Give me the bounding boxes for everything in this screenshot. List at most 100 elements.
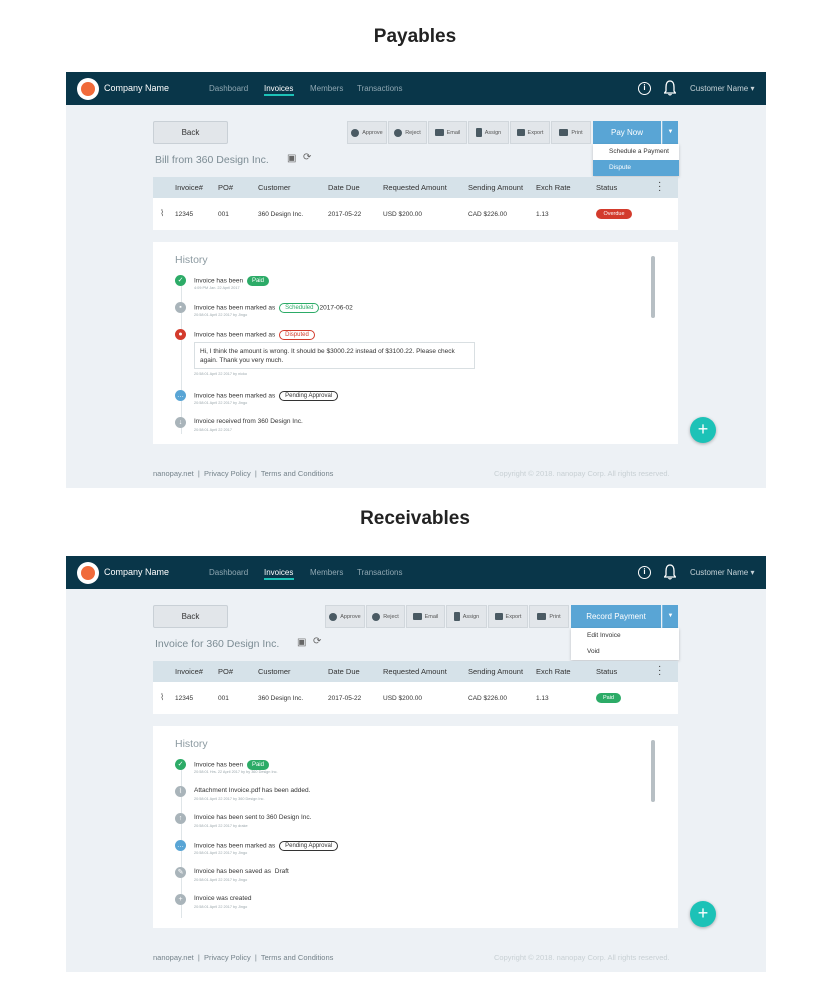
close-circle-icon xyxy=(372,612,381,621)
info-icon[interactable]: i xyxy=(638,566,651,579)
history-timestamp: 20:58:01 April 22 2017 by Jingo xyxy=(194,401,248,405)
back-button[interactable]: Back xyxy=(153,605,228,628)
email-button[interactable]: Email xyxy=(406,605,445,628)
print-label: Print xyxy=(549,613,561,620)
history-text: Invoice has been Paid xyxy=(194,760,269,770)
company-logo[interactable] xyxy=(77,78,99,100)
approve-button[interactable]: Approve xyxy=(325,605,365,628)
status-badge: Overdue xyxy=(596,209,632,219)
refresh-icon[interactable]: ⟳ xyxy=(313,636,321,647)
menu-item-void[interactable]: Void xyxy=(571,644,679,660)
assign-button[interactable]: Assign xyxy=(468,121,509,144)
nav-members[interactable]: Members xyxy=(310,84,343,93)
more-vert-icon[interactable]: · · · xyxy=(658,178,661,196)
history-message: Invoice has been xyxy=(194,277,244,285)
history-text: Invoice has been Paid xyxy=(194,276,269,286)
refresh-icon[interactable]: ⟳ xyxy=(303,152,311,163)
chevron-down-icon[interactable]: ▼ xyxy=(662,605,678,628)
history-message: Invoice has been marked as xyxy=(194,392,276,400)
bell-icon[interactable] xyxy=(664,80,676,96)
export-button[interactable]: Export xyxy=(488,605,528,628)
nav-transactions[interactable]: Transactions xyxy=(357,568,403,577)
approve-button[interactable]: Approve xyxy=(347,121,387,144)
info-icon[interactable]: i xyxy=(638,82,651,95)
col-date-due: Date Due xyxy=(328,667,360,676)
disputed-tag: Disputed xyxy=(279,330,315,340)
company-logo[interactable] xyxy=(77,562,99,584)
history-panel: History ✓ Invoice has been Paid 20:58:01… xyxy=(153,726,678,928)
print-button[interactable]: Print xyxy=(529,605,569,628)
pay-now-button[interactable]: Pay Now xyxy=(593,121,661,144)
export-button[interactable]: Export xyxy=(510,121,550,144)
scrollbar[interactable] xyxy=(651,740,655,802)
image-icon[interactable]: ▣ xyxy=(287,153,296,164)
bell-icon[interactable] xyxy=(664,564,676,580)
nav-dashboard[interactable]: Dashboard xyxy=(209,568,248,577)
check-icon: ✓ xyxy=(175,759,186,770)
col-invoice: Invoice# xyxy=(175,667,203,676)
company-name[interactable]: Company Name xyxy=(104,567,169,577)
footer-links[interactable]: nanopay.net | Privacy Policy | Terms and… xyxy=(153,469,333,478)
nav-invoices[interactable]: Invoices xyxy=(264,84,293,93)
paid-tag: Paid xyxy=(246,760,269,770)
col-status: Status xyxy=(596,667,618,676)
col-requested-amount: Requested Amount xyxy=(383,183,447,192)
back-button[interactable]: Back xyxy=(153,121,228,144)
footer-links[interactable]: nanopay.net | Privacy Policy | Terms and… xyxy=(153,953,333,962)
nav-invoices[interactable]: Invoices xyxy=(264,568,293,577)
cell-date-due: 2017-05-22 xyxy=(328,695,362,702)
chat-icon: ● xyxy=(175,329,186,340)
add-button[interactable]: + xyxy=(690,417,716,443)
nav-members[interactable]: Members xyxy=(310,568,343,577)
history-message: Invoice has been xyxy=(194,761,244,769)
menu-item-schedule-payment[interactable]: Schedule a Payment xyxy=(593,144,679,160)
reject-button[interactable]: Reject xyxy=(366,605,405,628)
col-po: PO# xyxy=(218,667,234,676)
check-circle-icon xyxy=(351,128,360,137)
arrow-down-icon: ↓ xyxy=(175,417,186,428)
menu-item-dispute[interactable]: Dispute xyxy=(593,160,679,176)
print-button[interactable]: Print xyxy=(551,121,591,144)
reject-label: Reject xyxy=(405,129,421,136)
more-vert-icon[interactable]: · · · xyxy=(658,662,661,680)
export-label: Export xyxy=(505,613,522,620)
check-icon: ✓ xyxy=(175,275,186,286)
approve-label: Approve xyxy=(340,613,361,620)
mail-icon xyxy=(412,613,422,620)
section-title-receivables: Receivables xyxy=(360,508,470,529)
table-row[interactable]: ⌇ 12345 001 360 Design Inc. 2017-05-22 U… xyxy=(153,198,678,230)
nav-transactions[interactable]: Transactions xyxy=(357,84,403,93)
reject-button[interactable]: Reject xyxy=(388,121,427,144)
customer-menu[interactable]: Customer Name ▾ xyxy=(690,84,754,93)
scrollbar[interactable] xyxy=(651,256,655,318)
history-timestamp: 20:58:01 April 22 2017 by nicko xyxy=(194,372,247,376)
top-navbar: Company Name Dashboard Invoices Members … xyxy=(66,72,766,105)
assign-button[interactable]: Assign xyxy=(446,605,487,628)
cell-customer: 360 Design Inc. xyxy=(258,211,304,218)
calendar-icon: ▪ xyxy=(175,302,186,313)
history-text: Invoice has been saved as Draft xyxy=(194,868,289,875)
customer-menu[interactable]: Customer Name ▾ xyxy=(690,568,754,577)
record-payment-button[interactable]: Record Payment xyxy=(571,605,661,628)
menu-item-edit-invoice[interactable]: Edit Invoice xyxy=(571,628,679,644)
printer-icon xyxy=(537,613,547,620)
history-text: Invoice has been marked as Disputed xyxy=(194,330,315,340)
attachment-icon[interactable]: ⌇ xyxy=(160,208,164,219)
history-timestamp: 20:58:01 April 22 2017 xyxy=(194,428,233,432)
company-name[interactable]: Company Name xyxy=(104,83,169,93)
person-icon xyxy=(475,128,482,137)
email-button[interactable]: Email xyxy=(428,121,467,144)
chevron-down-icon[interactable]: ▼ xyxy=(662,121,678,144)
attachment-icon[interactable]: ⌇ xyxy=(160,692,164,703)
export-label: Export xyxy=(527,129,544,136)
cell-exch-rate: 1.13 xyxy=(536,695,549,702)
table-row[interactable]: ⌇ 12345 001 360 Design Inc. 2017-05-22 U… xyxy=(153,682,678,714)
add-button[interactable]: + xyxy=(690,901,716,927)
email-label: Email xyxy=(446,129,461,136)
cell-po: 001 xyxy=(218,695,229,702)
history-text: Invoice has been marked as Scheduled 2017… xyxy=(194,303,353,313)
image-icon[interactable]: ▣ xyxy=(297,637,306,648)
nav-dashboard[interactable]: Dashboard xyxy=(209,84,248,93)
col-po: PO# xyxy=(218,183,234,192)
history-text: Invoice has been marked as Pending Appro… xyxy=(194,391,339,401)
